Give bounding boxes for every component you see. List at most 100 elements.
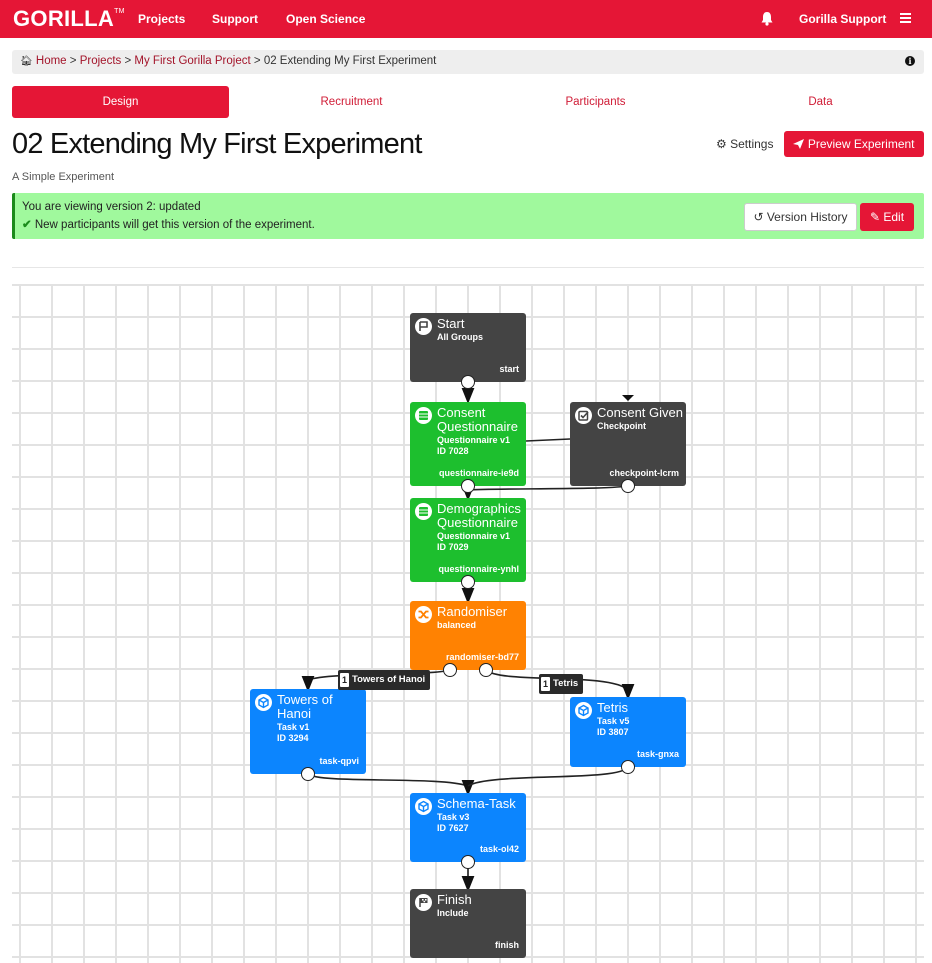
output-port-randomiser-2[interactable]	[479, 663, 493, 677]
breadcrumb-home[interactable]: Home	[36, 55, 67, 67]
output-port-start[interactable]	[461, 375, 475, 389]
preview-label: Preview Experiment	[807, 137, 915, 151]
output-port-demographics[interactable]	[461, 575, 475, 589]
breadcrumb-separator: >	[124, 55, 132, 67]
version-note-text: New participants will get this version o…	[34, 219, 315, 231]
pencil-icon: ✎	[869, 210, 881, 224]
node-id: ID 3807	[597, 727, 629, 737]
user-menu[interactable]: Gorilla Support	[799, 12, 886, 26]
edit-button[interactable]: ✎ Edit	[860, 203, 914, 231]
node-key: questionnaire-ynhl	[438, 564, 519, 574]
node-schema-task[interactable]: Schema-Task Task v3 ID 7627 task-ol42	[410, 793, 526, 862]
checkbox-icon	[575, 407, 592, 424]
bell-icon[interactable]	[760, 11, 774, 26]
output-port-checkpoint[interactable]	[621, 479, 635, 493]
questionnaire-list-icon	[415, 407, 432, 424]
flag-icon	[415, 318, 432, 335]
tab-recruitment[interactable]: Recruitment	[243, 86, 460, 118]
output-port-randomiser-1[interactable]	[443, 663, 457, 677]
breadcrumb-project[interactable]: My First Gorilla Project	[134, 55, 250, 67]
node-key: task-qpvi	[319, 756, 359, 766]
node-subtitle: All Groups	[437, 332, 484, 342]
node-title: Randomiser	[437, 604, 508, 619]
node-subtitle: Task v1	[277, 722, 310, 732]
tab-data[interactable]: Data	[712, 86, 929, 118]
version-history-button[interactable]: ↺ Version History	[744, 203, 857, 231]
node-title: Towers of Hanoi	[277, 692, 333, 721]
node-title: Finish	[437, 892, 472, 907]
breadcrumb-current: 02 Extending My First Experiment	[263, 55, 437, 67]
node-title: Start	[437, 316, 465, 331]
divider	[12, 267, 924, 268]
version-text: You are viewing version 2: updated	[22, 201, 201, 213]
node-start[interactable]: Start All Groups start	[410, 313, 526, 382]
node-towers-of-hanoi[interactable]: Towers of Hanoi Task v1 ID 3294 task-qpvi	[250, 689, 366, 774]
nav-projects[interactable]: Projects	[138, 12, 185, 26]
page-title: 02 Extending My First Experiment	[12, 128, 422, 160]
branch-label-tetris[interactable]: 1 Tetris	[539, 674, 584, 694]
node-subtitle: Task v3	[437, 812, 470, 822]
gear-icon: ⚙	[716, 137, 727, 151]
branch-weight: 1	[340, 673, 349, 687]
node-title: Tetris	[597, 700, 629, 715]
hamburger-menu-icon[interactable]	[900, 13, 911, 23]
node-key: randomiser-bd77	[445, 652, 519, 662]
node-id: ID 3294	[277, 733, 309, 743]
cube-icon	[575, 702, 592, 719]
node-randomiser[interactable]: Randomiser balanced randomiser-bd77	[410, 601, 526, 670]
top-navbar: GORILLATM Projects Support Open Science …	[0, 0, 932, 38]
branch-weight: 1	[541, 677, 550, 691]
node-title: Consent Questionnaire	[437, 405, 518, 434]
tab-participants[interactable]: Participants	[487, 86, 704, 118]
questionnaire-list-icon	[415, 503, 432, 520]
node-title: Schema-Task	[437, 796, 516, 811]
info-icon[interactable]: i	[905, 56, 915, 66]
output-port-hanoi[interactable]	[301, 767, 315, 781]
node-finish[interactable]: Finish Include finish	[410, 889, 526, 958]
node-key: questionnaire-ie9d	[438, 468, 519, 478]
output-port-schema[interactable]	[461, 855, 475, 869]
brand-name: GORILLA	[13, 6, 115, 31]
shuffle-icon	[415, 606, 432, 623]
node-subtitle: Questionnaire v1	[437, 531, 511, 541]
node-tetris[interactable]: Tetris Task v5 ID 3807 task-gnxa	[570, 697, 686, 767]
node-consent-given[interactable]: Consent Given Checkpoint checkpoint-lcrm	[570, 402, 686, 486]
nav-support[interactable]: Support	[212, 12, 258, 26]
cube-icon	[255, 694, 272, 711]
node-id: ID 7627	[437, 823, 469, 833]
tab-design[interactable]: Design	[12, 86, 229, 118]
trademark: TM	[114, 8, 125, 15]
node-id: ID 7029	[437, 542, 469, 552]
history-icon: ↺	[753, 210, 764, 224]
preview-experiment-button[interactable]: Preview Experiment	[784, 131, 924, 157]
branch-name: Tetris	[553, 678, 579, 689]
node-id: ID 7028	[437, 446, 469, 456]
branch-label-towers-of-hanoi[interactable]: 1 Towers of Hanoi	[338, 670, 431, 690]
node-consent-questionnaire[interactable]: Consent Questionnaire Questionnaire v1 ID …	[410, 402, 526, 486]
settings-button[interactable]: ⚙ Settings	[716, 137, 773, 151]
gorilla-logo[interactable]: GORILLATM	[13, 6, 125, 32]
edit-label: Edit	[883, 210, 905, 224]
output-port-consent[interactable]	[461, 479, 475, 493]
output-port-tetris[interactable]	[621, 760, 635, 774]
page-subtitle: A Simple Experiment	[12, 171, 115, 183]
node-key: task-gnxa	[636, 749, 679, 759]
breadcrumb-separator: >	[253, 55, 261, 67]
settings-label: Settings	[730, 137, 774, 151]
cube-icon	[415, 798, 432, 815]
node-title: Demographics Questionnaire	[437, 501, 521, 530]
branch-name: Towers of Hanoi	[352, 674, 426, 685]
node-subtitle: Checkpoint	[597, 421, 647, 431]
node-key: finish	[495, 940, 519, 950]
node-key: task-ol42	[479, 844, 519, 854]
node-title: Consent Given	[597, 405, 683, 420]
version-history-label: Version History	[766, 210, 848, 224]
breadcrumb-separator: >	[69, 55, 77, 67]
breadcrumb: 🏠︎ Home > Projects > My First Gorilla Pr…	[12, 50, 924, 74]
node-demographics-questionnaire[interactable]: Demographics Questionnaire Questionnaire …	[410, 498, 526, 582]
node-key: checkpoint-lcrm	[609, 468, 679, 478]
paper-plane-icon	[793, 139, 805, 149]
nav-open-science[interactable]: Open Science	[286, 12, 365, 26]
node-key: start	[499, 364, 519, 374]
breadcrumb-projects[interactable]: Projects	[80, 55, 122, 67]
